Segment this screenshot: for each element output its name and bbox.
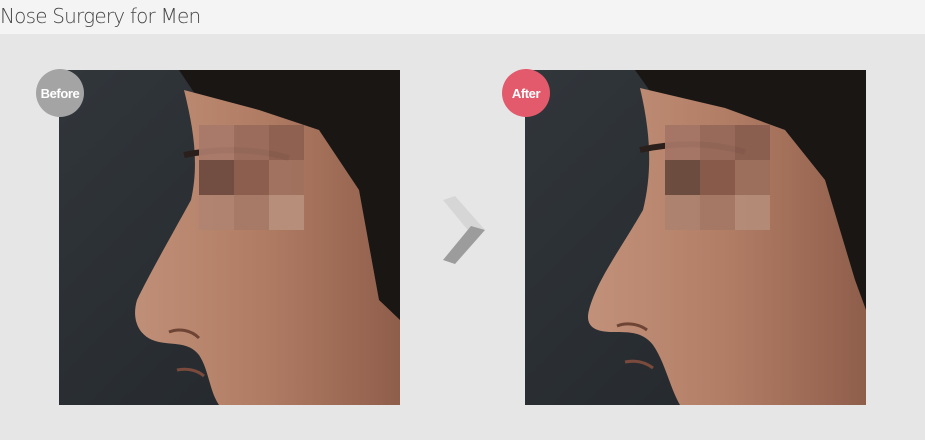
title-bar: Nose Surgery for Men — [0, 0, 925, 34]
before-badge: Before — [36, 69, 84, 117]
chevron-right-icon — [443, 196, 485, 264]
after-badge: After — [502, 69, 550, 117]
after-photo — [525, 70, 866, 405]
before-photo — [59, 70, 400, 405]
page-title: Nose Surgery for Men — [0, 4, 201, 28]
